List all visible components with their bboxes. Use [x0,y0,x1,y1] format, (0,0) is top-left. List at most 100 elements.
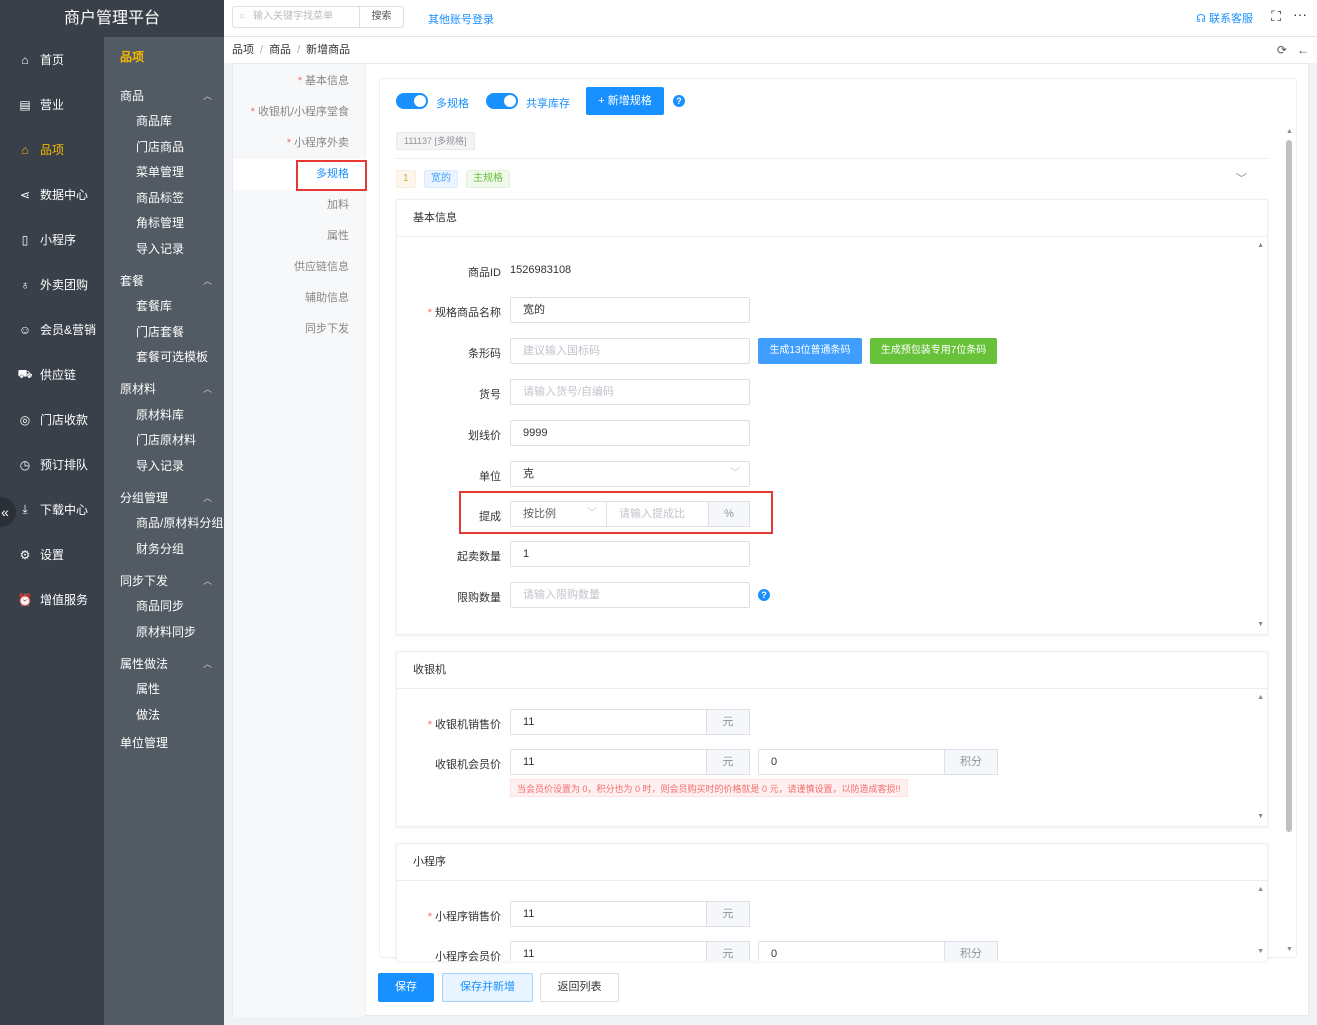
section-tab[interactable]: 供应链信息 [233,252,365,283]
scroll-down-icon[interactable]: ▼ [1257,813,1264,820]
mini-sale-price-input[interactable]: 11 [510,901,707,927]
pos-member-price-input[interactable]: 11 [510,749,707,775]
refresh-icon[interactable]: ⟳ [1277,43,1287,57]
submenu-item[interactable]: 菜单管理 [104,160,224,186]
unit-label: 单位 [479,471,501,483]
add-spec-button[interactable]: + 新增规格 [586,87,664,115]
nav-item-3[interactable]: ⋖ 数据中心 [0,172,104,217]
breadcrumb-item[interactable]: 品项 [232,44,254,56]
mini-member-price-label: 小程序会员价 [435,951,501,963]
submenu-item[interactable]: 角标管理 [104,211,224,237]
help-icon[interactable]: ? [758,589,770,601]
search-button[interactable]: 搜索 [360,6,404,28]
multi-spec-toggle[interactable] [396,93,428,109]
submenu-group-label: 分组管理 [120,490,169,505]
section-tab[interactable]: * 基本信息 [233,66,365,97]
nav-item-4[interactable]: ▯ 小程序 [0,217,104,262]
submenu-group[interactable]: 属性做法 ︿ [104,649,224,677]
truck-icon: ⛟ [17,366,33,381]
scroll-up-icon[interactable]: ▲ [1257,242,1264,249]
generate-7-barcode-button[interactable]: 生成预包装专用7位条码 [870,338,997,364]
submenu-item[interactable]: 财务分组 [104,537,224,563]
bike-icon: ♁ [20,277,30,292]
section-tab[interactable]: * 收银机/小程序堂食 [233,97,365,128]
save-and-new-button[interactable]: 保存并新增 [442,973,533,1002]
save-button[interactable]: 保存 [378,973,434,1002]
contact-support-link[interactable]: ☊ 联系客服 [1196,10,1253,26]
submenu-item[interactable]: 门店原材料 [104,428,224,454]
submenu-item[interactable]: 套餐可选模板 [104,345,224,371]
section-tab[interactable]: * 小程序外卖 [233,128,365,159]
submenu-item[interactable]: 门店商品 [104,135,224,161]
spec-name-input[interactable]: 宽的 [510,297,750,323]
sku-input[interactable]: 请输入货号/自编码 [510,379,750,405]
nav-item-1[interactable]: ▤ 营业 [0,82,104,127]
nav-item-5[interactable]: ♁ 外卖团购 [0,262,104,307]
submenu-group[interactable]: 分组管理 ︿ [104,483,224,511]
nav-item-9[interactable]: ◷ 预订排队 [0,442,104,487]
submenu-group[interactable]: 套餐 ︿ [104,266,224,294]
submenu-group[interactable]: 商品 ︿ [104,81,224,109]
more-icon[interactable]: ··· [1293,6,1307,22]
back-to-list-button[interactable]: 返回列表 [540,973,619,1002]
commission-mode-select[interactable]: 按比例 ﹀ [510,501,607,527]
mini-points-input[interactable]: 0 [758,941,945,961]
nav-item-6[interactable]: ☺ 会员&营销 [0,307,104,352]
submenu-group[interactable]: 同步下发 ︿ [104,566,224,594]
submenu-item[interactable]: 商品库 [104,109,224,135]
nav-item-8[interactable]: ◎ 门店收款 [0,397,104,442]
pos-sale-price-input[interactable]: 11 [510,709,707,735]
nav-item-2[interactable]: ⌂ 品项 [0,127,104,172]
submenu-group[interactable]: 原材料 ︿ [104,375,224,403]
scroll-up-icon[interactable]: ▲ [1286,128,1293,135]
menu-search-input[interactable]: ○ 输入关键字找菜单 [232,6,360,28]
submenu-item[interactable]: 属性 [104,677,224,703]
nav-item-7[interactable]: ⛟ 供应链 [0,352,104,397]
other-account-login-link[interactable]: 其他账号登录 [428,11,494,27]
scroll-down-icon[interactable]: ▼ [1286,946,1293,953]
nav-item-12[interactable]: ⏰ 增值服务 [0,577,104,622]
nav-item-label: 营业 [40,98,65,112]
section-tab[interactable]: 同步下发 [233,314,365,345]
submenu-item[interactable]: 套餐库 [104,294,224,320]
submenu-item[interactable]: 商品/原材料分组 [104,511,224,537]
scroll-up-icon[interactable]: ▲ [1257,886,1264,893]
submenu-item[interactable]: 导入记录 [104,237,224,263]
expand-chevron-icon[interactable]: ﹀ [1236,170,1247,186]
submenu-item-unit[interactable]: 单位管理 [104,730,224,756]
scroll-down-icon[interactable]: ▼ [1257,948,1264,955]
submenu-item[interactable]: 门店套餐 [104,320,224,346]
submenu-item[interactable]: 商品标签 [104,186,224,212]
submenu-item[interactable]: 原材料库 [104,403,224,429]
fullscreen-icon[interactable]: ⛶ [1271,8,1281,25]
section-tab-label: 供应链信息 [294,261,349,273]
strike-price-input[interactable]: 9999 [510,420,750,446]
help-icon[interactable]: ? [673,95,685,107]
submenu-item[interactable]: 商品同步 [104,594,224,620]
share-icon: ⋖ [19,187,31,202]
basic-info-section: 基本信息 ▲ ▼ 商品ID 1526983108 * 规格商品名称 宽的 条形码 … [396,199,1268,635]
submenu-item[interactable]: 做法 [104,703,224,729]
breadcrumb-item[interactable]: 商品 [269,44,291,56]
generate-13-barcode-button[interactable]: 生成13位普通条码 [758,338,862,364]
commission-rate-input[interactable]: 请输入提成比 [606,501,709,527]
section-tab[interactable]: 属性 [233,221,365,252]
barcode-input[interactable]: 建议输入国标码 [510,338,750,364]
back-arrow-icon[interactable]: ← [1297,43,1309,57]
submenu-title[interactable]: 品项 [104,37,224,77]
scroll-down-icon[interactable]: ▼ [1257,621,1264,628]
scroll-up-icon[interactable]: ▲ [1257,694,1264,701]
section-tab[interactable]: 加料 [233,190,365,221]
pos-points-input[interactable]: 0 [758,749,945,775]
main-scrollbar[interactable] [1286,140,1292,832]
section-tab[interactable]: 辅助信息 [233,283,365,314]
submenu-item[interactable]: 导入记录 [104,454,224,480]
nav-item-11[interactable]: ⚙ 设置 [0,532,104,577]
nav-item-0[interactable]: ⌂ 首页 [0,37,104,82]
submenu-item[interactable]: 原材料同步 [104,620,224,646]
mini-member-price-input[interactable]: 11 [510,941,707,961]
unit-select[interactable]: 克 ﹀ [510,461,750,487]
limit-qty-input[interactable]: 请输入限购数量 [510,582,750,608]
shared-stock-toggle[interactable] [486,93,518,109]
min-qty-input[interactable]: 1 [510,541,750,567]
